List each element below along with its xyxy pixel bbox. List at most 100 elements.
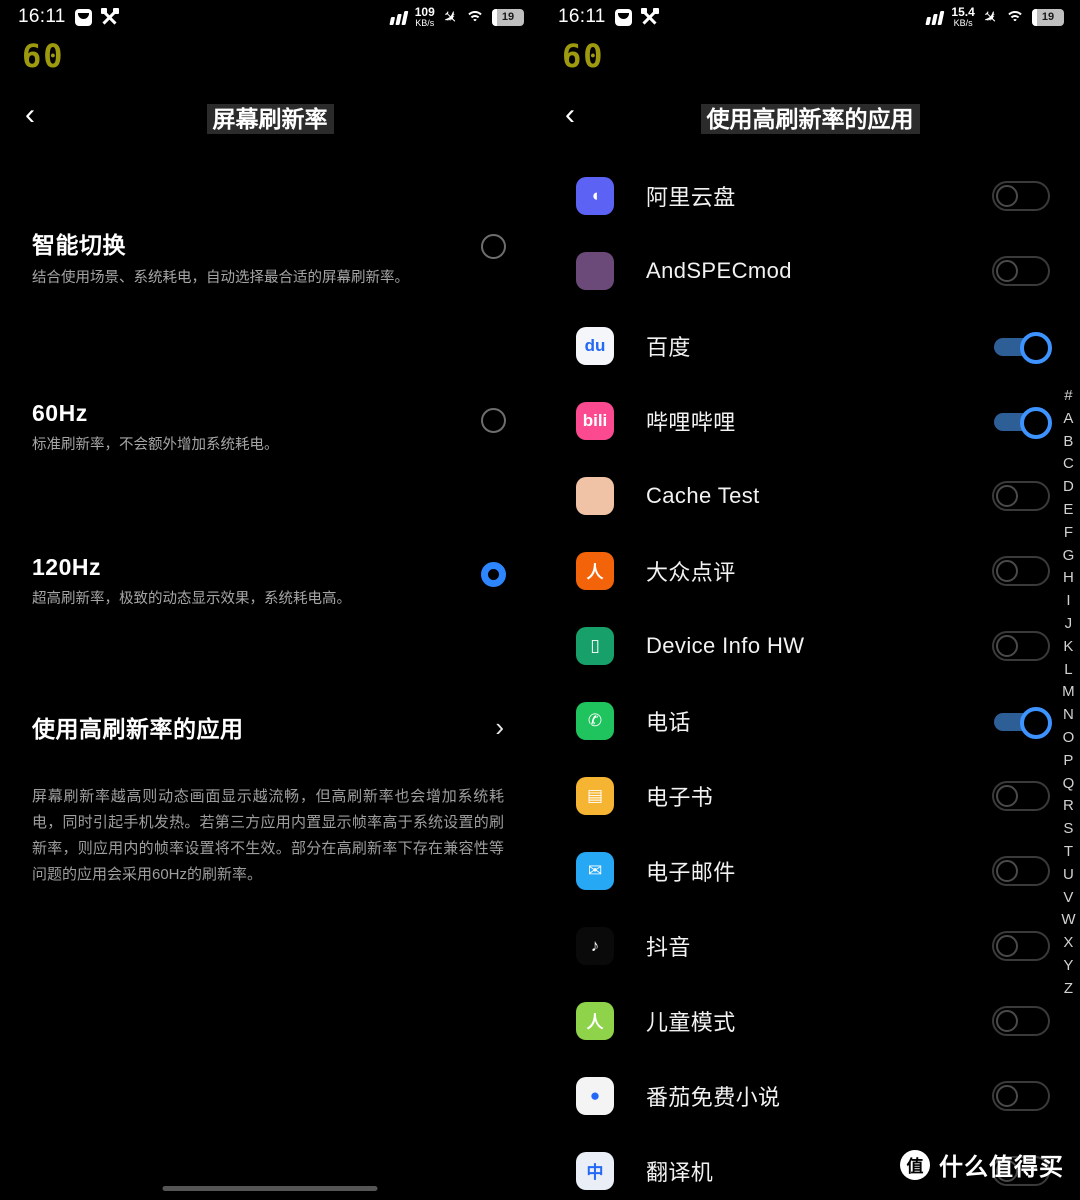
- toggle-knob: [996, 934, 1018, 957]
- option-row-60hz[interactable]: 60Hz 标准刷新率，不会额外增加系统耗电。: [0, 400, 540, 457]
- back-chevron-icon[interactable]: ‹: [540, 100, 600, 134]
- app-toggle[interactable]: [992, 331, 1052, 364]
- index-letter[interactable]: S: [1063, 818, 1074, 841]
- app-row[interactable]: ✆ 电话: [540, 683, 1080, 758]
- app-toggle[interactable]: [992, 480, 1050, 511]
- footnote-text: 屏幕刷新率越高则动态画面显示越流畅，但高刷新率也会增加系统耗电，同时引起手机发热…: [32, 788, 504, 883]
- toggle-knob: [1020, 331, 1052, 364]
- app-row[interactable]: 人 大众点评: [540, 533, 1080, 608]
- ebook-icon: ▤: [576, 776, 614, 815]
- toggle-knob: [996, 859, 1018, 882]
- email-icon: ✉: [576, 851, 614, 890]
- app-row[interactable]: AndSPECmod: [540, 233, 1080, 308]
- app-toggle[interactable]: [992, 180, 1050, 211]
- airplane-icon: ✈: [438, 5, 462, 29]
- index-letter[interactable]: I: [1066, 590, 1071, 613]
- index-letter[interactable]: N: [1063, 704, 1074, 727]
- app-row[interactable]: Cache Test: [540, 458, 1080, 533]
- radio-60hz[interactable]: [481, 407, 506, 433]
- status-bar-right: 109 KB/s ✈ 19: [389, 5, 524, 29]
- index-letter[interactable]: O: [1063, 727, 1075, 750]
- radio-smart-switch[interactable]: [481, 234, 506, 259]
- network-speed-value: 109: [414, 5, 435, 19]
- index-letter[interactable]: B: [1063, 431, 1074, 454]
- index-letter[interactable]: H: [1063, 567, 1074, 590]
- app-row[interactable]: ▯ Device Info HW: [540, 608, 1080, 683]
- index-letter[interactable]: M: [1062, 681, 1075, 704]
- app-row[interactable]: ◖ 阿里云盘: [540, 158, 1080, 233]
- alphabet-index-scrollbar[interactable]: # A B C D E F G H I J K L M N O P Q R S T U V W X Y Z: [1061, 385, 1076, 1001]
- app-toggle[interactable]: [992, 706, 1052, 739]
- radio-120hz[interactable]: [481, 561, 506, 587]
- battery-icon: 19: [492, 8, 524, 26]
- index-letter[interactable]: J: [1065, 613, 1073, 636]
- network-speed: 15.4 KB/s: [951, 6, 974, 28]
- network-speed-unit: KB/s: [415, 18, 435, 28]
- cache-test-icon: [576, 476, 614, 515]
- app-row[interactable]: ● 番茄免费小说: [540, 1058, 1080, 1133]
- index-letter[interactable]: X: [1063, 932, 1074, 955]
- status-time: 16:11: [18, 6, 66, 27]
- index-letter[interactable]: E: [1063, 499, 1074, 522]
- link-row-high-refresh-apps[interactable]: 使用高刷新率的应用 ›: [0, 710, 540, 744]
- toggle-knob: [996, 1009, 1018, 1032]
- kids-mode-icon: 人: [576, 1001, 614, 1040]
- index-letter[interactable]: P: [1063, 750, 1074, 773]
- option-title: 120Hz: [32, 553, 101, 580]
- app-toggle[interactable]: [992, 1005, 1050, 1036]
- index-letter[interactable]: C: [1063, 453, 1074, 476]
- device-info-hw-icon: ▯: [576, 626, 614, 665]
- app-row[interactable]: ✉ 电子邮件: [540, 833, 1080, 908]
- index-letter[interactable]: A: [1063, 408, 1074, 431]
- app-toggle[interactable]: [992, 255, 1050, 286]
- index-letter[interactable]: V: [1063, 887, 1074, 910]
- app-name: 番茄免费小说: [646, 1084, 781, 1110]
- battery-level: 19: [501, 11, 515, 23]
- option-row-120hz[interactable]: 120Hz 超高刷新率，极致的动态显示效果，系统耗电高。: [0, 554, 540, 611]
- fps-overlay: 60: [22, 37, 65, 75]
- option-row-smart-switch[interactable]: 智能切换 结合使用场景、系统耗电，自动选择最合适的屏幕刷新率。: [0, 226, 540, 290]
- app-toggle[interactable]: [992, 855, 1050, 886]
- app-row[interactable]: 人 儿童模式: [540, 983, 1080, 1058]
- app-row[interactable]: du 百度: [540, 308, 1080, 383]
- option-description: 结合使用场景、系统耗电，自动选择最合适的屏幕刷新率。: [32, 270, 409, 286]
- toggle-knob: [996, 1084, 1018, 1107]
- toggle-knob: [1020, 706, 1052, 739]
- index-letter[interactable]: G: [1063, 545, 1075, 568]
- watermark: 值 什么值得买: [900, 1147, 1064, 1182]
- index-letter[interactable]: #: [1064, 385, 1073, 408]
- right-panel-high-refresh-apps: 16:11 15.4 KB/s ✈ 19 60 ‹ 使用高刷新率的应用 ◖ 阿里…: [540, 0, 1080, 1200]
- bilibili-icon: bili: [576, 401, 614, 440]
- app-toggle[interactable]: [992, 406, 1052, 439]
- toggle-knob: [996, 784, 1018, 807]
- index-letter[interactable]: Y: [1063, 955, 1074, 978]
- index-letter[interactable]: W: [1061, 909, 1076, 932]
- index-letter[interactable]: R: [1063, 795, 1074, 818]
- option-title: 60Hz: [32, 399, 88, 426]
- network-speed-unit: KB/s: [953, 18, 973, 28]
- signal-bars-icon: [925, 10, 945, 25]
- app-toggle[interactable]: [992, 780, 1050, 811]
- index-letter[interactable]: Q: [1063, 773, 1075, 796]
- app-row[interactable]: ▤ 电子书: [540, 758, 1080, 833]
- index-letter[interactable]: D: [1063, 476, 1074, 499]
- index-letter[interactable]: L: [1064, 659, 1073, 682]
- gesture-bar[interactable]: [162, 1186, 378, 1191]
- index-letter[interactable]: F: [1064, 522, 1074, 545]
- back-chevron-icon[interactable]: ‹: [0, 100, 60, 134]
- app-toggle[interactable]: [992, 1080, 1050, 1111]
- app-row[interactable]: ♪ 抖音: [540, 908, 1080, 983]
- index-letter[interactable]: K: [1063, 636, 1074, 659]
- app-row[interactable]: bili 哔哩哔哩: [540, 383, 1080, 458]
- index-letter[interactable]: T: [1064, 841, 1074, 864]
- app-toggle[interactable]: [992, 555, 1050, 586]
- index-letter[interactable]: Z: [1064, 978, 1074, 1001]
- app-name: 大众点评: [646, 559, 736, 585]
- title-bar: ‹ 屏幕刷新率: [0, 86, 540, 148]
- option-description: 标准刷新率，不会额外增加系统耗电。: [32, 436, 279, 453]
- app-toggle[interactable]: [992, 930, 1050, 961]
- option-text: 智能切换 结合使用场景、系统耗电，自动选择最合适的屏幕刷新率。: [32, 226, 481, 290]
- index-letter[interactable]: U: [1063, 864, 1074, 887]
- app-name: Device Info HW: [646, 632, 805, 658]
- app-toggle[interactable]: [992, 630, 1050, 661]
